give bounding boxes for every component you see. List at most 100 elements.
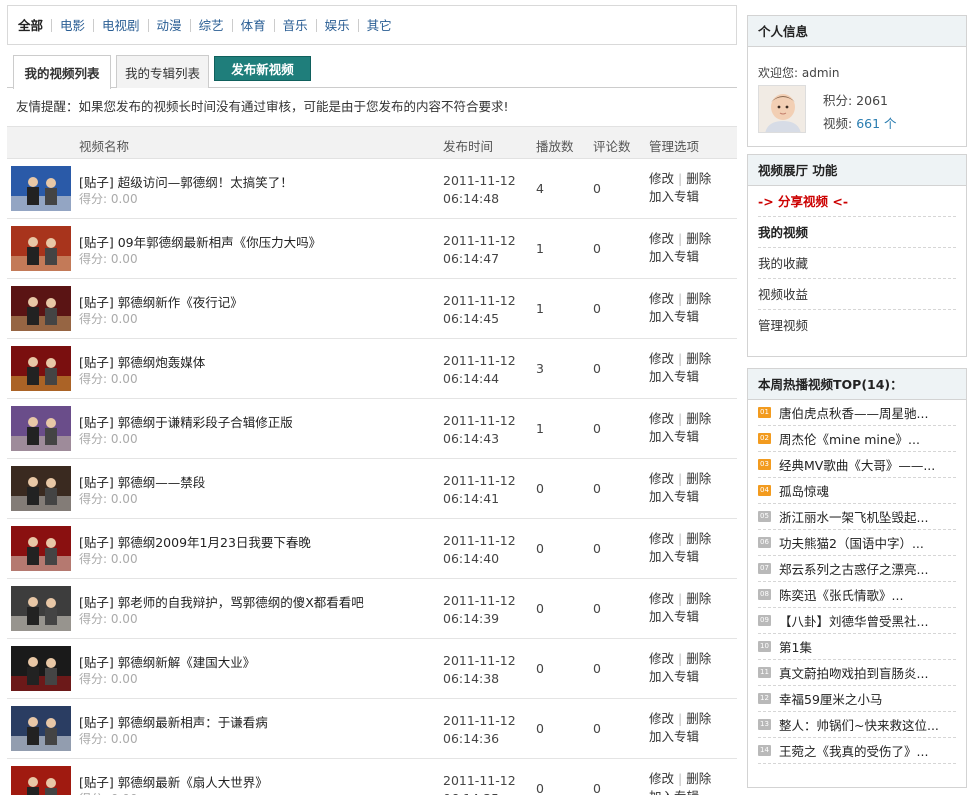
add-to-album-link[interactable]: 加入专辑 [649, 729, 699, 744]
add-to-album-link[interactable]: 加入专辑 [649, 249, 699, 264]
video-title-link[interactable]: [贴子] 郭老师的自我辩护，骂郭德纲的傻X都看看吧 [79, 592, 364, 611]
delete-link[interactable]: 删除 [686, 471, 711, 486]
top-video-title[interactable]: 真文蔚拍吻戏拍到盲肠炎... [779, 663, 928, 682]
top-video-item[interactable]: 05 浙江丽水一架飞机坠毁起... [758, 504, 956, 530]
edit-link[interactable]: 修改 [649, 351, 674, 366]
tab-my-albums[interactable]: 我的专辑列表 [116, 55, 209, 88]
category-4[interactable]: 综艺 [189, 18, 232, 32]
category-6[interactable]: 音乐 [273, 18, 316, 32]
top-video-title[interactable]: 孤岛惊魂 [779, 481, 829, 500]
video-thumbnail[interactable] [11, 526, 71, 571]
edit-link[interactable]: 修改 [649, 591, 674, 606]
top-video-item[interactable]: 10 第1集 [758, 634, 956, 660]
top-video-title[interactable]: 功夫熊猫2（国语中字）... [779, 533, 924, 552]
add-to-album-link[interactable]: 加入专辑 [649, 189, 699, 204]
video-title-link[interactable]: [贴子] 郭德纲——禁段 [79, 472, 205, 491]
edit-link[interactable]: 修改 [649, 171, 674, 186]
video-thumbnail[interactable] [11, 226, 71, 271]
delete-link[interactable]: 删除 [686, 771, 711, 786]
video-thumbnail[interactable] [11, 346, 71, 391]
add-to-album-link[interactable]: 加入专辑 [649, 609, 699, 624]
video-thumbnail[interactable] [11, 646, 71, 691]
hall-item-my-videos[interactable]: 我的视频 [758, 217, 956, 248]
add-to-album-link[interactable]: 加入专辑 [649, 549, 699, 564]
category-8[interactable]: 其它 [357, 18, 400, 32]
top-video-item[interactable]: 04 孤岛惊魂 [758, 478, 956, 504]
top-video-title[interactable]: 经典MV歌曲《大哥》——... [779, 455, 935, 474]
video-count-link[interactable]: 661 个 [856, 116, 896, 131]
top-video-item[interactable]: 13 整人：帅锅们~快来救这位... [758, 712, 956, 738]
hall-item-favorites[interactable]: 我的收藏 [758, 248, 956, 279]
delete-link[interactable]: 删除 [686, 711, 711, 726]
video-title-link[interactable]: [贴子] 09年郭德纲最新相声《你压力大吗》 [79, 232, 321, 251]
delete-link[interactable]: 删除 [686, 411, 711, 426]
category-1[interactable]: 电影 [51, 18, 93, 32]
video-thumbnail[interactable] [11, 406, 71, 451]
edit-link[interactable]: 修改 [649, 471, 674, 486]
add-to-album-link[interactable]: 加入专辑 [649, 489, 699, 504]
add-to-album-link[interactable]: 加入专辑 [649, 789, 699, 795]
publish-video-button[interactable]: 发布新视频 [214, 56, 311, 81]
category-2[interactable]: 电视剧 [93, 18, 148, 32]
top-video-title[interactable]: 周杰伦《mine mine》... [779, 429, 920, 448]
top-video-title[interactable]: 整人：帅锅们~快来救这位... [779, 715, 939, 734]
top-video-item[interactable]: 03 经典MV歌曲《大哥》——... [758, 452, 956, 478]
top-video-item[interactable]: 11 真文蔚拍吻戏拍到盲肠炎... [758, 660, 956, 686]
delete-link[interactable]: 删除 [686, 591, 711, 606]
edit-link[interactable]: 修改 [649, 531, 674, 546]
video-thumbnail[interactable] [11, 766, 71, 795]
video-title-link[interactable]: [贴子] 郭德纲最新相声：于谦看病 [79, 712, 268, 731]
add-to-album-link[interactable]: 加入专辑 [649, 429, 699, 444]
edit-link[interactable]: 修改 [649, 291, 674, 306]
video-thumbnail[interactable] [11, 586, 71, 631]
edit-link[interactable]: 修改 [649, 771, 674, 786]
top-video-title[interactable]: 王菀之《我真的受伤了》... [779, 741, 928, 760]
video-thumbnail[interactable] [11, 466, 71, 511]
category-0[interactable]: 全部 [18, 19, 51, 32]
video-thumbnail[interactable] [11, 166, 71, 211]
video-title-link[interactable]: [贴子] 郭德纲炮轰媒体 [79, 352, 205, 371]
edit-link[interactable]: 修改 [649, 231, 674, 246]
category-7[interactable]: 娱乐 [315, 18, 358, 32]
avatar[interactable] [758, 85, 806, 133]
hall-item-share[interactable]: -> 分享视频 <- [758, 186, 956, 217]
add-to-album-link[interactable]: 加入专辑 [649, 369, 699, 384]
video-title-link[interactable]: [贴子] 郭德纲最新《扇人大世界》 [79, 772, 268, 791]
top-video-item[interactable]: 08 陈奕迅《张氏情歌》... [758, 582, 956, 608]
top-video-title[interactable]: 【八卦】刘德华曾受黑社... [779, 611, 928, 630]
hall-item-manage[interactable]: 管理视频 [758, 310, 956, 341]
top-video-item[interactable]: 09 【八卦】刘德华曾受黑社... [758, 608, 956, 634]
delete-link[interactable]: 删除 [686, 531, 711, 546]
video-thumbnail[interactable] [11, 706, 71, 751]
category-3[interactable]: 动漫 [147, 18, 190, 32]
top-video-title[interactable]: 浙江丽水一架飞机坠毁起... [779, 507, 928, 526]
edit-link[interactable]: 修改 [649, 711, 674, 726]
top-video-title[interactable]: 幸福59厘米之小马 [779, 689, 882, 708]
delete-link[interactable]: 删除 [686, 231, 711, 246]
top-video-item[interactable]: 14 王菀之《我真的受伤了》... [758, 738, 956, 764]
edit-link[interactable]: 修改 [649, 411, 674, 426]
video-thumbnail[interactable] [11, 286, 71, 331]
top-video-title[interactable]: 郑云系列之古惑仔之漂亮... [779, 559, 928, 578]
top-video-title[interactable]: 第1集 [779, 637, 812, 656]
top-video-title[interactable]: 唐伯虎点秋香——周星驰... [779, 403, 928, 422]
top-video-item[interactable]: 12 幸福59厘米之小马 [758, 686, 956, 712]
tab-my-videos[interactable]: 我的视频列表 [13, 55, 111, 89]
delete-link[interactable]: 删除 [686, 171, 711, 186]
video-title-link[interactable]: [贴子] 郭德纲2009年1月23日我要下春晚 [79, 532, 311, 551]
hall-item-earnings[interactable]: 视频收益 [758, 279, 956, 310]
category-5[interactable]: 体育 [231, 18, 274, 32]
top-video-item[interactable]: 01 唐伯虎点秋香——周星驰... [758, 400, 956, 426]
delete-link[interactable]: 删除 [686, 651, 711, 666]
video-title-link[interactable]: [贴子] 超级访问—郭德纲！太搞笑了！ [79, 172, 293, 191]
add-to-album-link[interactable]: 加入专辑 [649, 309, 699, 324]
edit-link[interactable]: 修改 [649, 651, 674, 666]
add-to-album-link[interactable]: 加入专辑 [649, 669, 699, 684]
video-title-link[interactable]: [贴子] 郭德纲新作《夜行记》 [79, 292, 243, 311]
delete-link[interactable]: 删除 [686, 351, 711, 366]
top-video-item[interactable]: 07 郑云系列之古惑仔之漂亮... [758, 556, 956, 582]
video-title-link[interactable]: [贴子] 郭德纲新解《建国大业》 [79, 652, 255, 671]
delete-link[interactable]: 删除 [686, 291, 711, 306]
top-video-item[interactable]: 06 功夫熊猫2（国语中字）... [758, 530, 956, 556]
video-title-link[interactable]: [贴子] 郭德纲于谦精彩段子合辑修正版 [79, 412, 293, 431]
